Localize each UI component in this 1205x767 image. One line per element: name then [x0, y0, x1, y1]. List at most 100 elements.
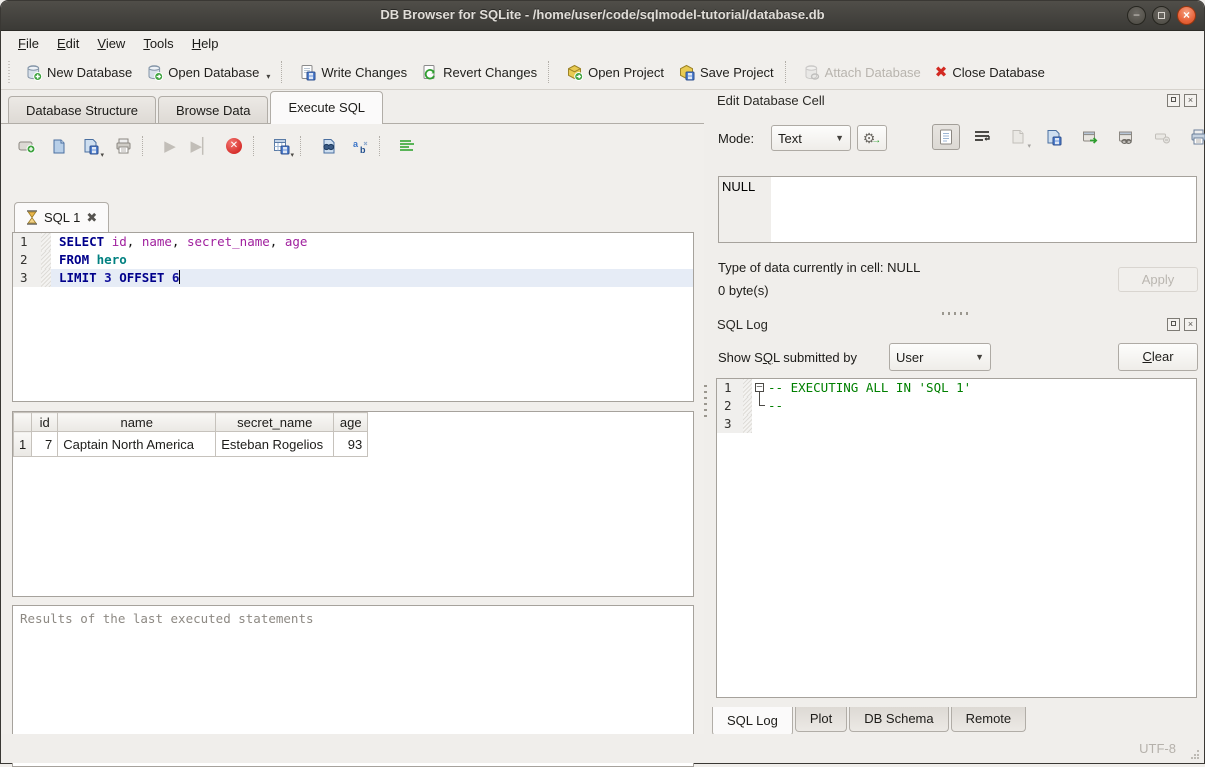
word-wrap-button[interactable] — [968, 124, 996, 150]
row-header[interactable]: 1 — [14, 432, 32, 457]
print-cell-button[interactable] — [1184, 124, 1205, 150]
new-database-button[interactable]: New Database — [18, 59, 139, 86]
code-line[interactable]: 2FROM hero — [13, 251, 693, 269]
close-sql-tab-icon[interactable]: ✖ — [86, 210, 97, 226]
column-header-secret_name[interactable]: secret_name — [216, 413, 334, 432]
export-results-button[interactable]: ▾ — [267, 133, 295, 159]
fold-collapse-icon[interactable]: – — [755, 383, 764, 392]
toolbar-drag-handle[interactable] — [8, 61, 15, 83]
open-project-button[interactable]: Open Project — [559, 59, 671, 86]
execute-all-button[interactable]: ▶ — [156, 133, 184, 159]
log-filter-value: User — [896, 350, 967, 365]
sql-tab[interactable]: SQL 1 ✖ — [14, 202, 109, 232]
save-as-button[interactable] — [1040, 124, 1068, 150]
cell-id[interactable]: 7 — [32, 432, 58, 457]
revert-changes-button[interactable]: Revert Changes — [414, 59, 544, 86]
clear-cell-icon — [1154, 131, 1171, 144]
fold-margin[interactable] — [752, 397, 768, 415]
cell-name[interactable]: Captain North America — [58, 432, 216, 457]
save-sql-file-button[interactable]: ▾ — [77, 133, 105, 159]
menu-help[interactable]: Help — [183, 34, 228, 53]
close-dock-button[interactable]: × — [1184, 318, 1197, 331]
fold-margin[interactable] — [752, 415, 768, 433]
menu-file[interactable]: File — [9, 34, 48, 53]
clear-log-button[interactable]: Clear — [1118, 343, 1198, 371]
dock-tab-plot[interactable]: Plot — [795, 707, 847, 732]
menu-tools[interactable]: Tools — [134, 34, 182, 53]
grid-corner[interactable] — [14, 413, 32, 432]
code-line[interactable]: 3LIMIT 3 OFFSET 6 — [13, 269, 693, 287]
tab-database-structure[interactable]: Database Structure — [8, 96, 156, 124]
table-row: 17Captain North AmericaEsteban Rogelios9… — [14, 432, 368, 457]
menu-edit[interactable]: Edit — [48, 34, 88, 53]
tab-browse-data[interactable]: Browse Data — [158, 96, 268, 124]
editor-results-splitter[interactable] — [12, 402, 694, 410]
log-line[interactable]: 3 — [717, 415, 1196, 433]
tab-execute-sql[interactable]: Execute SQL — [270, 91, 383, 124]
float-dock-button[interactable] — [1167, 94, 1180, 107]
find-replace-button[interactable] — [314, 133, 342, 159]
text-mode-icon — [939, 129, 953, 145]
export-results-icon — [273, 138, 290, 155]
autocomplete-icon: ab — [352, 138, 369, 155]
text-mode-button[interactable] — [932, 124, 960, 150]
close-button[interactable]: × — [1177, 6, 1196, 25]
dock-tab-remote[interactable]: Remote — [951, 707, 1027, 732]
save-sql-dropdown-arrow[interactable]: ▾ — [100, 151, 104, 159]
import-data-icon — [1010, 129, 1026, 145]
toolbar-separator — [281, 61, 288, 83]
cell-size-info: 0 byte(s) — [718, 283, 769, 298]
mode-combobox[interactable]: Text ▼ — [771, 125, 851, 151]
dock-splitter[interactable] — [716, 303, 1197, 311]
results-message-splitter[interactable] — [12, 597, 694, 605]
toolbar-separator — [300, 136, 309, 156]
toolbar-separator — [253, 136, 262, 156]
minimize-button[interactable]: − — [1127, 6, 1146, 25]
export-results-dropdown-arrow[interactable]: ▾ — [290, 151, 294, 159]
copy-link-button[interactable] — [1112, 124, 1140, 150]
close-database-button[interactable]: ✖ Close Database — [928, 60, 1052, 85]
write-changes-button[interactable]: Write Changes — [292, 59, 414, 86]
import-data-button[interactable]: ▾ — [1004, 124, 1032, 150]
results-grid: idnamesecret_nameage17Captain North Amer… — [12, 411, 694, 597]
cell-secret_name[interactable]: Esteban Rogelios — [216, 432, 334, 457]
cell-value-editor[interactable]: NULL — [718, 176, 1197, 243]
code-line[interactable]: 1SELECT id, name, secret_name, age — [13, 233, 693, 251]
close-dock-button[interactable]: × — [1184, 94, 1197, 107]
save-project-button[interactable]: Save Project — [671, 59, 781, 86]
new-tab-button[interactable] — [13, 133, 41, 159]
clear-cell-button[interactable] — [1148, 124, 1176, 150]
log-filter-combobox[interactable]: User ▼ — [889, 343, 991, 371]
import-mode-button[interactable]: ⚙→ — [857, 125, 887, 151]
resize-grip[interactable] — [1190, 749, 1200, 759]
open-external-button[interactable] — [1076, 124, 1104, 150]
dock-tab-sql-log[interactable]: SQL Log — [712, 707, 793, 736]
column-header-age[interactable]: age — [334, 413, 368, 432]
menu-view[interactable]: View — [88, 34, 134, 53]
fold-margin[interactable]: – — [752, 379, 768, 397]
open-sql-file-button[interactable] — [45, 133, 73, 159]
titlebar[interactable]: DB Browser for SQLite - /home/user/code/… — [1, 1, 1204, 31]
execute-current-line-button[interactable]: ▶▏ — [188, 133, 216, 159]
maximize-button[interactable] — [1152, 6, 1171, 25]
open-database-dropdown-arrow[interactable]: ▾ — [266, 72, 270, 81]
log-line[interactable]: 1–-- EXECUTING ALL IN 'SQL 1' — [717, 379, 1196, 397]
stop-button[interactable]: ✕ — [220, 133, 248, 159]
code-text: FROM hero — [51, 251, 693, 269]
print-button[interactable] — [109, 133, 137, 159]
apply-button[interactable]: Apply — [1118, 267, 1198, 292]
attach-database-button[interactable]: Attach Database — [796, 59, 928, 86]
log-line[interactable]: 2-- — [717, 397, 1196, 415]
format-button[interactable] — [393, 133, 421, 159]
sql-code-editor[interactable]: 1SELECT id, name, secret_name, age2FROM … — [12, 232, 694, 402]
dock-tab-db-schema[interactable]: DB Schema — [849, 707, 948, 732]
open-database-button[interactable]: Open Database ▾ — [139, 59, 277, 86]
float-dock-button[interactable] — [1167, 318, 1180, 331]
cell-age[interactable]: 93 — [334, 432, 368, 457]
column-header-name[interactable]: name — [58, 413, 216, 432]
column-header-id[interactable]: id — [32, 413, 58, 432]
autocomplete-button[interactable]: ab — [346, 133, 374, 159]
edit-cell-toolbar: ▾ — [930, 124, 1205, 150]
sql-log-editor[interactable]: 1–-- EXECUTING ALL IN 'SQL 1'2--3 — [716, 378, 1197, 698]
line-number: 2 — [717, 397, 743, 415]
